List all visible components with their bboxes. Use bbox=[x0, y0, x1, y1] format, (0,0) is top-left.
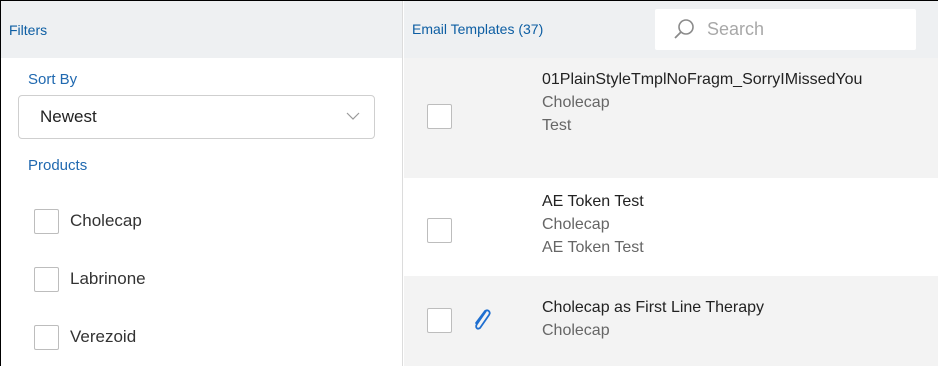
template-product: Cholecap bbox=[542, 216, 610, 233]
product-label: Cholecap bbox=[70, 211, 142, 230]
sort-by-value: Newest bbox=[40, 107, 97, 126]
product-label: Verezoid bbox=[70, 327, 137, 346]
template-product: Cholecap bbox=[542, 94, 610, 111]
sort-by-label: Sort By bbox=[28, 71, 78, 88]
template-text: AE Token Test Cholecap AE Token Test bbox=[542, 190, 902, 259]
product-filter-cholecap[interactable]: Cholecap bbox=[34, 206, 142, 236]
templates-title: Email Templates (37) bbox=[412, 21, 544, 37]
product-checkbox[interactable] bbox=[34, 266, 59, 292]
search-input[interactable] bbox=[707, 9, 907, 50]
template-title: 01PlainStyleTmplNoFragm_SorryIMissedYou bbox=[542, 71, 863, 88]
template-description: Test bbox=[542, 117, 572, 134]
template-checkbox[interactable] bbox=[427, 104, 452, 129]
email-templates-panel: Email Templates (37) 01PlainStyleTmplNoF… bbox=[404, 1, 938, 366]
paperclip-icon bbox=[475, 309, 491, 330]
template-row[interactable]: AE Token Test Cholecap AE Token Test bbox=[404, 181, 938, 273]
template-description: AE Token Test bbox=[542, 239, 644, 256]
product-checkbox[interactable] bbox=[34, 324, 59, 350]
template-row[interactable]: 01PlainStyleTmplNoFragm_SorryIMissedYou … bbox=[404, 58, 938, 178]
search-icon bbox=[674, 19, 694, 39]
search-box[interactable] bbox=[655, 9, 916, 50]
product-checkbox[interactable] bbox=[34, 208, 59, 234]
product-filter-labrinone[interactable]: Labrinone bbox=[34, 264, 146, 294]
template-checkbox[interactable] bbox=[427, 308, 452, 333]
template-checkbox[interactable] bbox=[427, 218, 452, 243]
templates-header: Email Templates (37) bbox=[404, 1, 938, 58]
template-title: AE Token Test bbox=[542, 193, 644, 210]
filters-header: Filters bbox=[1, 1, 402, 58]
chevron-down-icon bbox=[346, 112, 360, 120]
template-text: Cholecap as First Line Therapy Cholecap bbox=[542, 296, 902, 342]
product-label: Labrinone bbox=[70, 269, 146, 288]
template-row[interactable]: Cholecap as First Line Therapy Cholecap bbox=[404, 276, 938, 366]
template-text: 01PlainStyleTmplNoFragm_SorryIMissedYou … bbox=[542, 68, 902, 137]
sort-by-select[interactable]: Newest bbox=[18, 95, 375, 139]
template-product: Cholecap bbox=[542, 322, 610, 339]
template-title: Cholecap as First Line Therapy bbox=[542, 299, 765, 316]
product-filter-verezoid[interactable]: Verezoid bbox=[34, 322, 136, 352]
filters-panel: Filters Sort By Newest Products Cholecap… bbox=[1, 1, 403, 366]
products-label: Products bbox=[28, 157, 88, 174]
